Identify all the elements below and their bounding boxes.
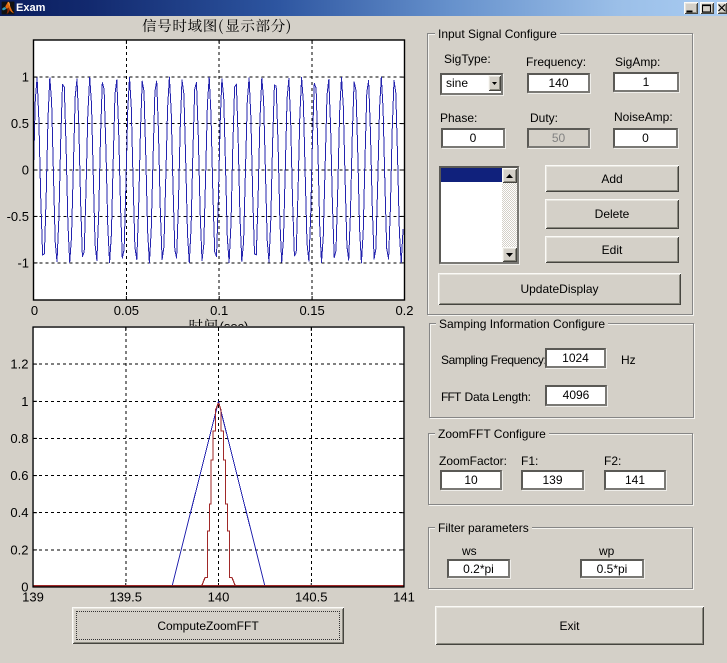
svg-text:0.05: 0.05 — [114, 303, 139, 318]
svg-text:140.5: 140.5 — [295, 590, 328, 605]
svg-text:1: 1 — [22, 70, 29, 85]
svg-text:0.2: 0.2 — [395, 303, 413, 318]
svg-text:1: 1 — [21, 394, 28, 409]
svg-text:139: 139 — [22, 590, 44, 605]
svg-text:0.15: 0.15 — [299, 303, 324, 318]
svg-text:0.8: 0.8 — [10, 431, 28, 446]
svg-text:0.4: 0.4 — [10, 505, 28, 520]
svg-text:0.6: 0.6 — [10, 468, 28, 483]
svg-text:139.5: 139.5 — [109, 590, 142, 605]
svg-text:140: 140 — [208, 590, 230, 605]
svg-text:0.5: 0.5 — [11, 116, 29, 131]
svg-text:1.2: 1.2 — [10, 357, 28, 372]
svg-text:0: 0 — [31, 303, 38, 318]
svg-text:141: 141 — [393, 590, 415, 605]
svg-text:-1: -1 — [17, 255, 29, 270]
svg-text:0: 0 — [22, 163, 29, 178]
svg-text:0.1: 0.1 — [210, 303, 228, 318]
svg-text:-0.5: -0.5 — [7, 209, 29, 224]
svg-text:0.2: 0.2 — [10, 542, 28, 557]
